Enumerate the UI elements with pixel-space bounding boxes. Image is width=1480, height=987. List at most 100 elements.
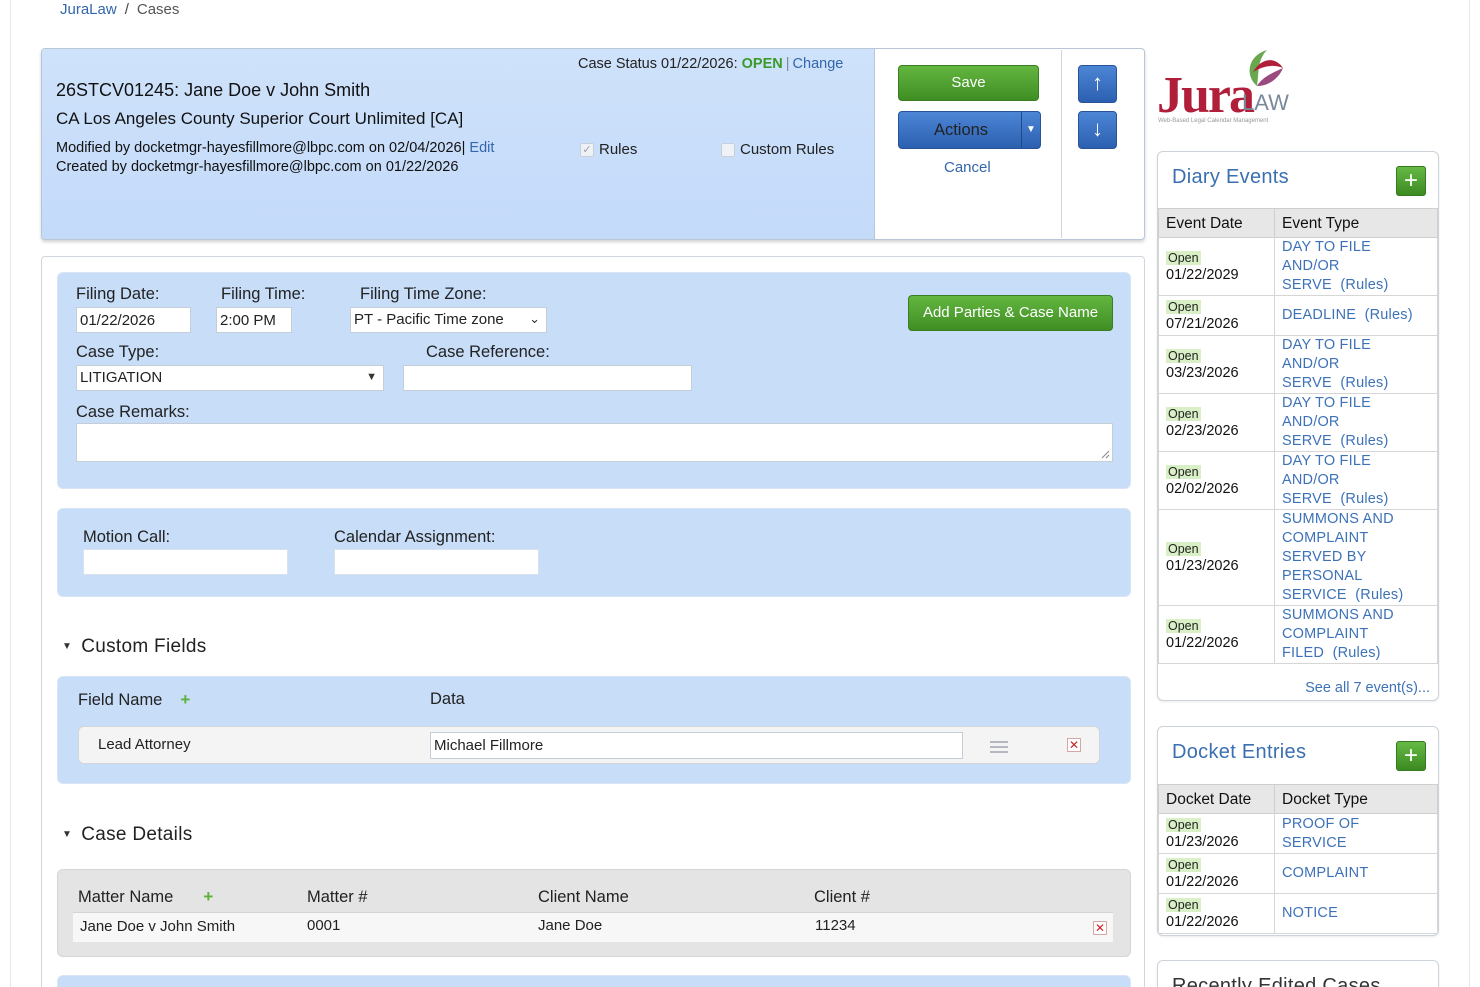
- matter-name-header: Matter Name +: [78, 888, 215, 907]
- docket-entries-title: Docket Entries: [1172, 741, 1307, 763]
- logo-jura-text: Jura: [1157, 67, 1255, 124]
- event-type-link[interactable]: DAY TO FILE AND/OR SERVE (Rules): [1274, 393, 1438, 452]
- delete-matter-icon[interactable]: ✕: [1093, 921, 1107, 935]
- client-number-header: Client #: [814, 888, 870, 906]
- case-type-select[interactable]: LITIGATION ▼: [76, 365, 384, 391]
- field-name-header-text: Field Name: [78, 691, 163, 709]
- cancel-link[interactable]: Cancel: [944, 159, 991, 176]
- add-docket-entry-plus-icon[interactable]: +: [1396, 741, 1426, 771]
- filing-date-input[interactable]: [76, 307, 191, 333]
- event-type-link[interactable]: DEADLINE (Rules): [1274, 295, 1438, 336]
- event-type-line: AND/OR: [1282, 472, 1340, 488]
- table-row[interactable]: Open 01/23/2026 PROOF OF SERVICE: [1158, 813, 1438, 854]
- table-row[interactable]: Open 07/21/2026 DEADLINE (Rules): [1158, 295, 1438, 336]
- table-row[interactable]: Open 01/22/2026 SUMMONS AND COMPLAINT FILED…: [1158, 605, 1438, 664]
- time-zone-value: PT - Pacific Time zone: [354, 311, 504, 328]
- recently-edited-box: Recently Edited Cases: [1157, 960, 1439, 987]
- case-details-heading[interactable]: ▼ Case Details: [62, 824, 193, 846]
- rules-link[interactable]: (Rules): [1355, 587, 1403, 603]
- drag-handle-icon[interactable]: [990, 741, 1008, 753]
- time-zone-select[interactable]: PT - Pacific Time zone ⌄: [350, 307, 547, 333]
- docket-type-line: COMPLAINT: [1282, 865, 1369, 881]
- add-parties-button[interactable]: Add Parties & Case Name: [908, 295, 1113, 331]
- calendar-assignment-label: Calendar Assignment:: [334, 528, 496, 546]
- rules-link[interactable]: (Rules): [1340, 491, 1388, 507]
- filing-time-input[interactable]: [216, 307, 292, 333]
- rules-link[interactable]: (Rules): [1333, 645, 1381, 661]
- custom-fields-heading[interactable]: ▼ Custom Fields: [62, 636, 207, 658]
- edit-link[interactable]: Edit: [469, 140, 494, 156]
- add-diary-event-plus-icon[interactable]: +: [1396, 166, 1426, 196]
- see-all-events-link[interactable]: See all 7 event(s)...: [1305, 680, 1430, 696]
- status-badge: Open: [1166, 619, 1201, 633]
- custom-rules-checkbox-group[interactable]: Custom Rules: [721, 141, 834, 158]
- next-panel: [57, 975, 1131, 987]
- delete-field-icon[interactable]: ✕: [1067, 738, 1081, 752]
- docket-entries-box: Docket Entries + Docket Date Docket Type…: [1157, 726, 1439, 936]
- event-type-line: AND/OR: [1282, 414, 1340, 430]
- juralaw-logo: Jura LAW Web-Based Legal Calendar Manage…: [1155, 46, 1290, 131]
- arrow-up-icon[interactable]: ↑: [1078, 65, 1117, 103]
- collapse-triangle-icon[interactable]: ▼: [62, 641, 72, 652]
- created-by: Created by docketmgr-hayesfillmore@lbpc.…: [56, 159, 459, 175]
- event-type-line: SUMMONS AND: [1282, 607, 1394, 623]
- data-header: Data: [430, 690, 465, 708]
- event-type-link[interactable]: SUMMONS AND COMPLAINT FILED (Rules): [1274, 605, 1438, 664]
- arrow-down-icon[interactable]: ↓: [1078, 111, 1117, 149]
- resize-handle-icon[interactable]: [1100, 449, 1110, 459]
- table-row[interactable]: Open 01/22/2026 NOTICE: [1158, 893, 1438, 934]
- add-matter-plus-icon[interactable]: +: [201, 888, 215, 905]
- case-reference-input[interactable]: [403, 365, 692, 391]
- event-type-link[interactable]: SUMMONS AND COMPLAINT SERVED BY PERSONAL SER…: [1274, 509, 1438, 606]
- table-row[interactable]: Open 01/22/2029 DAY TO FILE AND/OR SERVE (R…: [1158, 237, 1438, 296]
- event-type-link[interactable]: DAY TO FILE AND/OR SERVE (Rules): [1274, 451, 1438, 510]
- event-type-link[interactable]: DAY TO FILE AND/OR SERVE (Rules): [1274, 237, 1438, 296]
- field-name-header: Field Name +: [78, 691, 192, 710]
- rules-checkbox[interactable]: ✓: [580, 142, 594, 157]
- breadcrumb-home-link[interactable]: JuraLaw: [60, 1, 117, 18]
- docket-type-line: PROOF OF: [1282, 815, 1360, 832]
- table-row[interactable]: Open 01/22/2026 COMPLAINT: [1158, 853, 1438, 894]
- add-field-plus-icon[interactable]: +: [178, 691, 192, 708]
- case-status-value: OPEN: [741, 56, 783, 72]
- rules-link[interactable]: (Rules): [1340, 433, 1388, 449]
- table-row[interactable]: Open 01/23/2026 SUMMONS AND COMPLAINT SERVE…: [1158, 509, 1438, 606]
- filing-panel: Filing Date: Filing Time: Filing Time Zo…: [57, 272, 1131, 489]
- docket-type-link[interactable]: PROOF OF SERVICE: [1274, 813, 1438, 854]
- calendar-assignment-input[interactable]: [334, 549, 539, 575]
- change-status-link[interactable]: Change: [793, 56, 844, 72]
- event-type-line: DAY TO FILE: [1282, 453, 1371, 469]
- status-badge: Open: [1166, 898, 1201, 912]
- table-row[interactable]: Open 03/23/2026 DAY TO FILE AND/OR SERVE (R…: [1158, 335, 1438, 394]
- docket-date: 01/23/2026: [1166, 834, 1239, 850]
- motion-call-input[interactable]: [83, 549, 288, 575]
- event-type-line: AND/OR: [1282, 258, 1340, 274]
- recently-edited-title: Recently Edited Cases: [1172, 975, 1381, 987]
- table-row[interactable]: Jane Doe v John Smith 0001 Jane Doe 1123…: [73, 912, 1113, 942]
- custom-rules-checkbox[interactable]: [721, 142, 735, 157]
- event-type-line: SERVE: [1282, 375, 1332, 391]
- logo-tagline: Web-Based Legal Calendar Management: [1158, 118, 1269, 124]
- actions-button[interactable]: Actions ▼: [898, 111, 1041, 149]
- table-row[interactable]: Open 02/23/2026 DAY TO FILE AND/OR SERVE (R…: [1158, 393, 1438, 452]
- custom-field-data-input[interactable]: [430, 732, 963, 759]
- rules-link[interactable]: (Rules): [1365, 307, 1413, 323]
- rules-link[interactable]: (Rules): [1340, 277, 1388, 293]
- collapse-triangle-icon[interactable]: ▼: [62, 829, 72, 840]
- docket-type-link[interactable]: COMPLAINT: [1274, 853, 1438, 894]
- table-row[interactable]: Open 02/02/2026 DAY TO FILE AND/OR SERVE (R…: [1158, 451, 1438, 510]
- status-badge: Open: [1166, 407, 1201, 421]
- rules-link[interactable]: (Rules): [1340, 375, 1388, 391]
- motion-panel: Motion Call: Calendar Assignment:: [57, 508, 1131, 597]
- save-button[interactable]: Save: [898, 65, 1039, 101]
- actions-label: Actions: [933, 121, 989, 139]
- caret-down-icon[interactable]: ▼: [1021, 112, 1040, 148]
- event-date: 01/22/2029: [1166, 267, 1239, 283]
- status-badge: Open: [1166, 818, 1201, 832]
- case-remarks-textarea[interactable]: [76, 423, 1113, 462]
- docket-type-link[interactable]: NOTICE: [1274, 893, 1438, 934]
- event-type-link[interactable]: DAY TO FILE AND/OR SERVE (Rules): [1274, 335, 1438, 394]
- event-date: 03/23/2026: [1166, 365, 1239, 381]
- rules-checkbox-group[interactable]: ✓ Rules: [580, 141, 637, 158]
- event-type-line: COMPLAINT: [1282, 530, 1369, 546]
